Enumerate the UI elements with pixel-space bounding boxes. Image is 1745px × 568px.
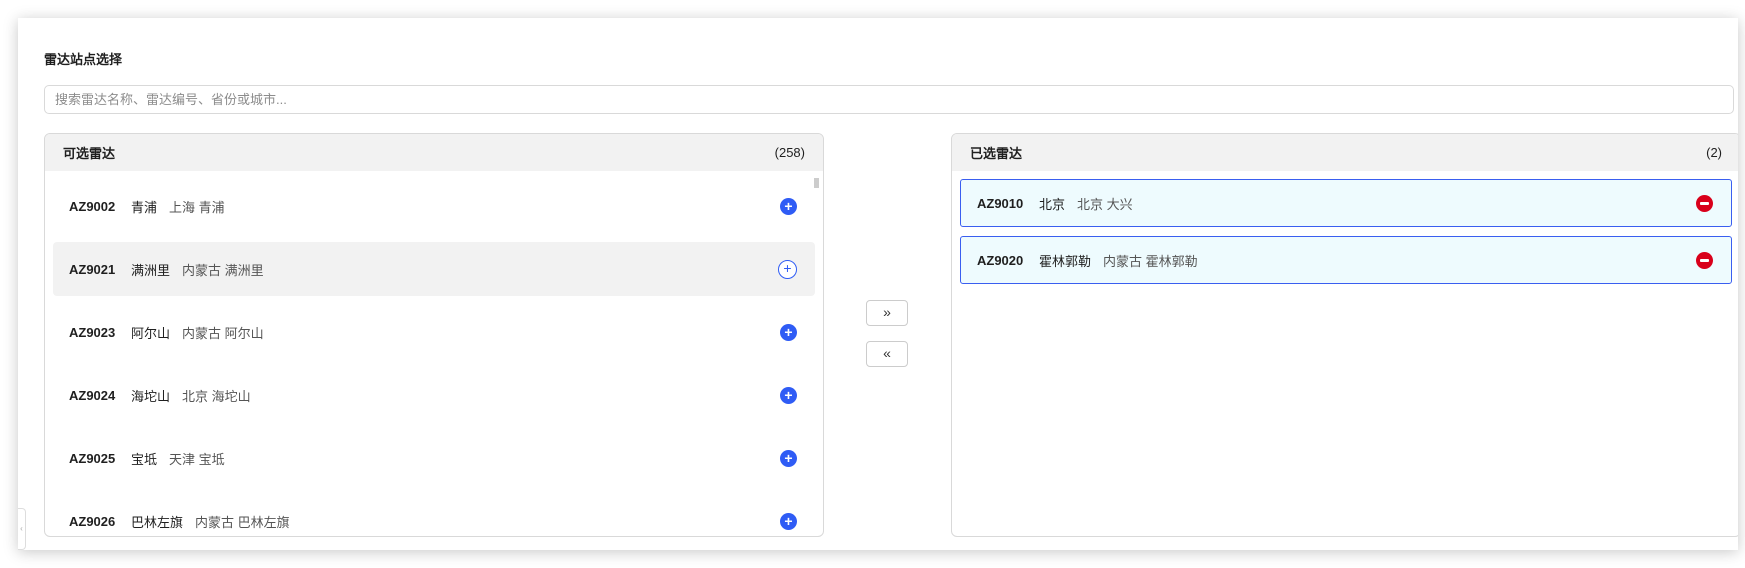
radar-selection-card: 雷达站点选择 可选雷达 (258) AZ9002 青浦上海 青浦 + AZ9021 满… xyxy=(18,18,1738,550)
add-icon[interactable]: + xyxy=(780,450,797,467)
radar-location: 天津 宝坻 xyxy=(169,451,225,467)
add-icon[interactable]: + xyxy=(778,260,797,279)
add-icon[interactable]: + xyxy=(780,198,797,215)
add-icon[interactable]: + xyxy=(780,513,797,530)
move-right-button[interactable]: » xyxy=(866,300,908,326)
list-item[interactable]: AZ9025 宝坻 天津 宝坻 + xyxy=(53,431,815,485)
radar-location: 内蒙古 满洲里 xyxy=(182,262,264,278)
radar-name: 宝坻 xyxy=(131,451,158,467)
radar-name: 霍林郭勒 xyxy=(1039,253,1092,269)
selected-item[interactable]: AZ9020 霍林郭勒 内蒙古 霍林郭勒 xyxy=(960,236,1732,284)
add-icon[interactable]: + xyxy=(780,387,797,404)
add-icon[interactable]: + xyxy=(780,324,797,341)
list-item[interactable]: AZ9021 满洲里 内蒙古 满洲里 + xyxy=(53,242,815,296)
available-panel-header: 可选雷达 (258) xyxy=(45,134,823,171)
radar-name: 海坨山 xyxy=(131,388,171,404)
selected-count: (2) xyxy=(1706,145,1722,160)
radar-name: 阿尔山 xyxy=(131,325,171,341)
list-item[interactable]: AZ9002 青浦 上海 青浦 + xyxy=(53,179,815,233)
collapse-handle[interactable]: ‹ xyxy=(18,508,26,550)
selected-item[interactable]: AZ9010 北京 北京 大兴 xyxy=(960,179,1732,227)
selected-list: AZ9010 北京 北京 大兴 AZ9020 霍林郭勒 内蒙古 霍林郭勒 xyxy=(952,171,1738,284)
available-count: (258) xyxy=(774,145,805,160)
list-item[interactable]: AZ9026 巴林左旗 内蒙古 巴林左旗 + xyxy=(53,494,815,536)
radar-location: 北京 大兴 xyxy=(1077,196,1133,212)
radar-code: AZ9026 xyxy=(69,513,116,529)
radar-name: 巴林左旗 xyxy=(131,514,184,530)
radar-location: 内蒙古 巴林左旗 xyxy=(195,514,290,530)
selected-radar-panel: 已选雷达 (2) AZ9010 北京 北京 大兴 AZ9020 霍林郭勒 内蒙古 霍林郭… xyxy=(951,133,1738,537)
radar-code: AZ9020 xyxy=(977,252,1024,268)
available-list: AZ9002 青浦 上海 青浦 + AZ9021 满洲里 内蒙古 满洲里 + AZ9023 阿… xyxy=(45,171,823,536)
radar-location: 北京 海坨山 xyxy=(182,388,251,404)
radar-name: 北京 xyxy=(1039,196,1066,212)
radar-code: AZ9024 xyxy=(69,387,116,403)
radar-location: 内蒙古 阿尔山 xyxy=(182,325,264,341)
radar-code: AZ9010 xyxy=(977,195,1024,211)
remove-icon[interactable] xyxy=(1696,252,1713,269)
page-title: 雷达站点选择 xyxy=(44,52,123,67)
radar-location: 内蒙古 霍林郭勒 xyxy=(1103,253,1198,269)
available-radar-panel: 可选雷达 (258) AZ9002 青浦 上海 青浦 + AZ9021 满洲里 内蒙古 满… xyxy=(44,133,824,537)
list-item[interactable]: AZ9023 阿尔山 内蒙古 阿尔山 + xyxy=(53,305,815,359)
radar-code: AZ9021 xyxy=(69,261,116,277)
remove-icon[interactable] xyxy=(1696,195,1713,212)
radar-code: AZ9002 xyxy=(69,198,116,214)
search-input[interactable] xyxy=(44,85,1734,114)
move-left-button[interactable]: « xyxy=(866,341,908,367)
available-panel-title: 可选雷达 xyxy=(63,146,116,161)
selected-panel-title: 已选雷达 xyxy=(970,146,1023,161)
selected-panel-header: 已选雷达 (2) xyxy=(952,134,1738,171)
radar-code: AZ9023 xyxy=(69,324,116,340)
radar-name: 青浦 xyxy=(131,199,158,215)
radar-code: AZ9025 xyxy=(69,450,116,466)
list-item[interactable]: AZ9024 海坨山 北京 海坨山 + xyxy=(53,368,815,422)
radar-name: 满洲里 xyxy=(131,262,171,278)
radar-location: 上海 青浦 xyxy=(169,199,225,215)
